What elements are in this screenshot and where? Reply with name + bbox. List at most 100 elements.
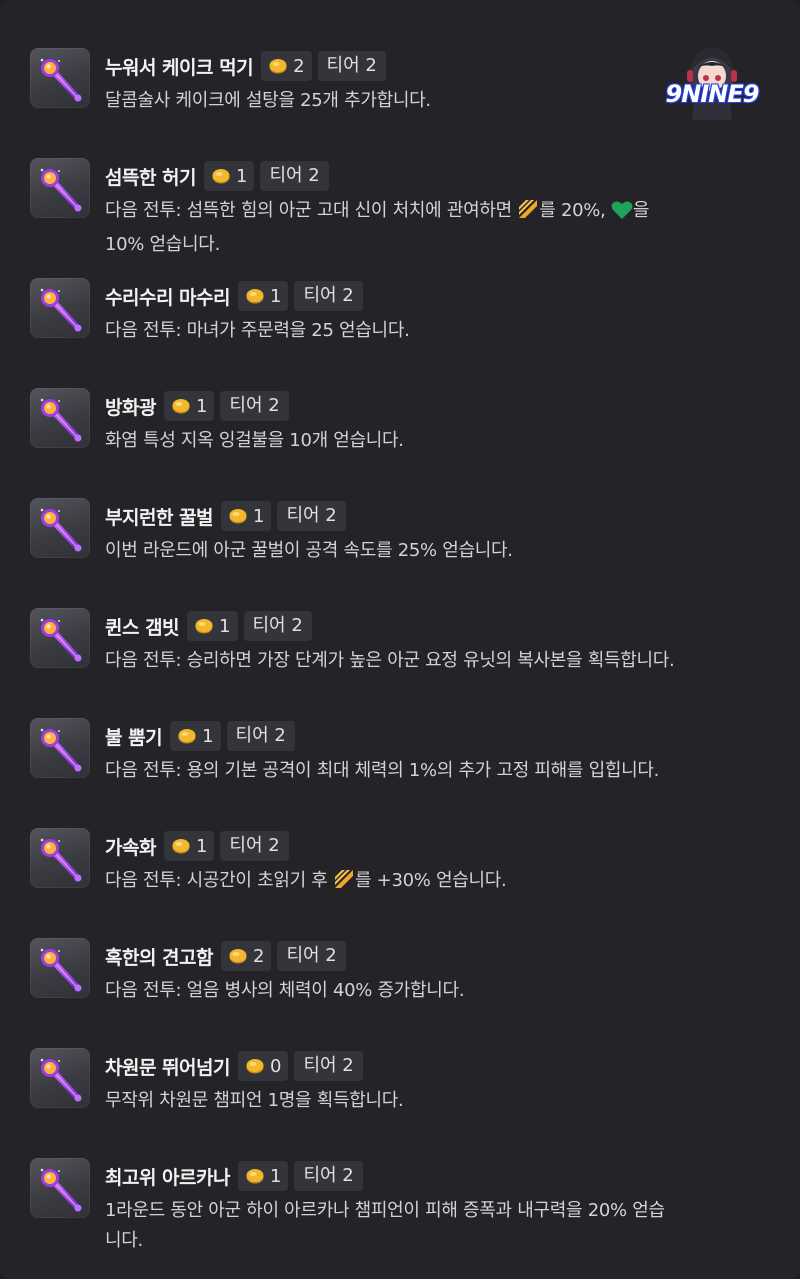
augment-item[interactable]: 섬뜩한 허기 1 티어 2 다음 전투: 섬뜩한 힘의 아군 고대 신이 처치에 관여… [0, 148, 800, 268]
augment-item[interactable]: 퀸스 갬빗 1 티어 2 다음 전투: 승리하면 가장 단계가 높은 아군 요정 유닛… [0, 598, 800, 708]
augment-header: 수리수리 마수리 1 티어 2 [105, 280, 363, 312]
desc-text: 을 [632, 200, 650, 221]
augment-item[interactable]: 수리수리 마수리 1 티어 2 다음 전투: 마녀가 주문력을 25 얻습니다. [0, 268, 800, 378]
desc-text: 를 20%, [539, 200, 611, 221]
augment-item[interactable]: 부지런한 꿀벌 1 티어 2 이번 라운드에 아군 꿀벌이 공격 속도를 25% 얻습… [0, 488, 800, 598]
desc-text: 10% 얻습니다. [105, 234, 220, 255]
desc-text: 화염 특성 지옥 잉걸불을 10개 얻습니다. [105, 430, 404, 451]
augment-description: 다음 전투: 얼음 병사의 체력이 40% 증가합니다. [105, 976, 780, 1006]
augment-description: 다음 전투: 마녀가 주문력을 25 얻습니다. [105, 316, 780, 346]
cost-value: 2 [293, 55, 305, 77]
tier-badge: 티어 2 [260, 161, 329, 191]
augment-description: 다음 전투: 승리하면 가장 단계가 높은 아군 요정 유닛의 복사본을 획득합… [105, 646, 780, 676]
cost-badge: 1 [170, 721, 221, 751]
tier-badge: 티어 2 [226, 721, 295, 751]
cost-badge: 1 [237, 281, 289, 311]
augment-header: 불 뿜기 1 티어 2 [105, 720, 295, 752]
augment-description: 1라운드 동안 아군 하이 아르카나 챔피언이 피해 증폭과 내구력을 20% … [105, 1196, 780, 1256]
augment-item[interactable]: 혹한의 견고함 2 티어 2 다음 전투: 얼음 병사의 체력이 40% 증가합니다. [0, 928, 800, 1038]
desc-text: 다음 전투: 섬뜩한 힘의 아군 고대 신이 처치에 관여하면 [105, 200, 518, 221]
gold-coin-icon [211, 168, 231, 184]
augment-item[interactable]: 차원문 뛰어넘기 0 티어 2 무작위 차원문 챔피언 1명을 획득합니다. [0, 1038, 800, 1148]
magic-wand-icon [30, 718, 90, 778]
desc-text: 니다. [105, 1230, 143, 1251]
cost-badge: 0 [237, 1051, 289, 1081]
augment-description: 이번 라운드에 아군 꿀벌이 공격 속도를 25% 얻습니다. [105, 536, 780, 566]
augment-header: 차원문 뛰어넘기 0 티어 2 [105, 1050, 363, 1082]
cost-value: 1 [269, 285, 282, 307]
cost-value: 1 [195, 395, 208, 417]
augment-title: 방화광 [105, 396, 156, 419]
gold-coin-icon [245, 288, 265, 304]
cost-badge: 1 [163, 391, 215, 421]
tier-badge: 티어 2 [277, 501, 346, 531]
augment-header: 방화광 1 티어 2 [105, 390, 289, 422]
gold-coin-icon [228, 508, 248, 524]
augment-item[interactable]: 방화광 1 티어 2 화염 특성 지옥 잉걸불을 10개 얻습니다. [0, 378, 800, 488]
cost-value: 0 [269, 1055, 282, 1077]
augment-description: 달콤술사 케이크에 설탕을 25개 추가합니다. [105, 86, 780, 116]
cost-value: 1 [236, 165, 248, 187]
magic-wand-icon [30, 1158, 90, 1218]
augment-item[interactable]: 가속화 1 티어 2 다음 전투: 시공간이 초읽기 후 를 +30% 얻습니다. [0, 818, 800, 928]
cost-value: 1 [202, 725, 214, 747]
augment-description: 다음 전투: 섬뜩한 힘의 아군 고대 신이 처치에 관여하면 를 20%, 을… [105, 196, 780, 260]
augment-description: 다음 전투: 시공간이 초읽기 후 를 +30% 얻습니다. [105, 866, 780, 900]
desc-text: 다음 전투: 얼음 병사의 체력이 40% 증가합니다. [105, 980, 465, 1001]
gold-coin-icon [177, 728, 197, 744]
augment-description: 다음 전투: 용의 기본 공격이 최대 체력의 1%의 추가 고정 피해를 입힙… [105, 756, 780, 786]
desc-text: 달콤술사 케이크에 설탕을 25개 추가합니다. [105, 90, 431, 111]
augment-header: 퀸스 갬빗 1 티어 2 [105, 610, 312, 642]
gold-coin-icon [268, 58, 288, 74]
desc-text: 를 +30% 얻습니다. [355, 870, 507, 891]
desc-text: 다음 전투: 시공간이 초읽기 후 [105, 870, 333, 891]
cost-value: 1 [269, 1165, 282, 1187]
augment-title: 차원문 뛰어넘기 [105, 1056, 230, 1079]
cost-badge: 1 [221, 501, 272, 531]
magic-wand-icon [30, 1048, 90, 1108]
augment-title: 수리수리 마수리 [105, 286, 230, 309]
magic-wand-icon [30, 48, 90, 108]
tier-badge: 티어 2 [220, 831, 289, 861]
augment-title: 섬뜩한 허기 [105, 166, 197, 189]
augment-item[interactable]: 불 뿜기 1 티어 2 다음 전투: 용의 기본 공격이 최대 체력의 1%의 추가 … [0, 708, 800, 818]
desc-text: 다음 전투: 마녀가 주문력을 25 얻습니다. [105, 320, 410, 341]
tier-badge: 티어 2 [220, 391, 289, 421]
augment-list-panel: 9NINE9 누워서 케이크 먹기 2 티어 2 달콤술사 케이크에 설탕을 25개 … [0, 0, 800, 1279]
magic-wand-icon [30, 828, 90, 888]
magic-wand-icon [30, 938, 90, 998]
attack-speed-icon [333, 868, 355, 900]
tier-badge: 티어 2 [294, 1161, 363, 1191]
desc-text: 이번 라운드에 아군 꿀벌이 공격 속도를 25% 얻습니다. [105, 540, 513, 561]
magic-wand-icon [30, 388, 90, 448]
tier-badge: 티어 2 [294, 281, 363, 311]
augment-item[interactable]: 누워서 케이크 먹기 2 티어 2 달콤술사 케이크에 설탕을 25개 추가합니다. [0, 38, 800, 148]
augment-title: 가속화 [105, 836, 156, 859]
gold-coin-icon [171, 838, 191, 854]
cost-badge: 2 [221, 941, 272, 971]
cost-value: 1 [195, 835, 208, 857]
cost-badge: 1 [237, 1161, 289, 1191]
augment-description: 화염 특성 지옥 잉걸불을 10개 얻습니다. [105, 426, 780, 456]
tier-badge: 티어 2 [317, 51, 386, 81]
gold-coin-icon [228, 948, 248, 964]
augment-header: 섬뜩한 허기 1 티어 2 [105, 160, 329, 192]
gold-coin-icon [245, 1058, 265, 1074]
augment-list: 누워서 케이크 먹기 2 티어 2 달콤술사 케이크에 설탕을 25개 추가합니다. … [0, 38, 800, 1268]
gold-coin-icon [194, 618, 214, 634]
attack-speed-icon [517, 198, 539, 230]
desc-text: 1라운드 동안 아군 하이 아르카나 챔피언이 피해 증폭과 내구력을 20% … [105, 1200, 665, 1221]
gold-coin-icon [171, 398, 191, 414]
tier-badge: 티어 2 [277, 941, 346, 971]
cost-badge: 1 [204, 161, 255, 191]
augment-header: 가속화 1 티어 2 [105, 830, 289, 862]
magic-wand-icon [30, 608, 90, 668]
augment-description: 무작위 차원문 챔피언 1명을 획득합니다. [105, 1086, 780, 1116]
desc-text: 다음 전투: 용의 기본 공격이 최대 체력의 1%의 추가 고정 피해를 입힙… [105, 760, 660, 781]
augment-item[interactable]: 최고위 아르카나 1 티어 2 1라운드 동안 아군 하이 아르카나 챔피언이 피해 … [0, 1148, 800, 1268]
augment-title: 누워서 케이크 먹기 [105, 56, 254, 79]
augment-header: 최고위 아르카나 1 티어 2 [105, 1160, 363, 1192]
augment-title: 불 뿜기 [105, 726, 163, 749]
cost-badge: 1 [163, 831, 215, 861]
augment-header: 부지런한 꿀벌 1 티어 2 [105, 500, 346, 532]
